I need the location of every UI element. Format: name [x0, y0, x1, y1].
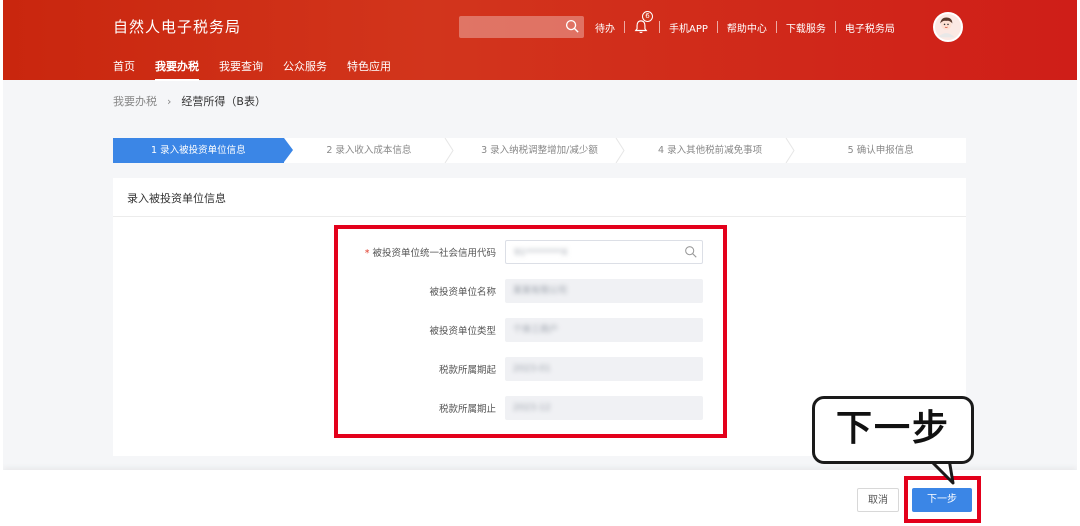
card-title: 录入被投资单位信息 — [127, 192, 226, 205]
form-row-unit-type: 被投资单位类型 个体工商户 — [113, 318, 966, 342]
step-label: 2 录入收入成本信息 — [326, 145, 412, 156]
breadcrumb-parent[interactable]: 我要办税 — [113, 93, 157, 109]
credit-code-search-input[interactable]: 91********X — [505, 240, 703, 264]
divider — [113, 216, 966, 217]
search-icon[interactable] — [565, 19, 580, 34]
step-indicator: 1 录入被投资单位信息 2 录入收入成本信息 3 录入纳税调整增加/减少额 4 … — [113, 138, 966, 163]
unit-type-field: 个体工商户 — [505, 318, 703, 342]
step-label: 4 录入其他税前减免事项 — [658, 145, 763, 156]
form-row-credit-code: * 被投资单位统一社会信用代码 91********X — [113, 240, 966, 264]
required-mark: * — [364, 248, 370, 259]
field-value: 个体工商户 — [513, 325, 559, 335]
chevron-right-icon — [615, 138, 625, 163]
todo-link[interactable]: 待办 — [595, 20, 615, 35]
step-label: 5 确认申报信息 — [847, 145, 914, 156]
action-footer: 取消 下一步 — [3, 470, 1077, 526]
cancel-button[interactable]: 取消 — [857, 488, 899, 512]
divider — [659, 21, 660, 33]
step-label: 3 录入纳税调整增加/减少额 — [481, 145, 598, 156]
breadcrumb-current: 经营所得（B表） — [181, 95, 266, 108]
step-5: 5 确认申报信息 — [795, 138, 966, 163]
notification-button[interactable]: 6 — [634, 11, 653, 36]
search-icon[interactable] — [684, 245, 698, 259]
field-value: 2023-12 — [513, 403, 551, 413]
divider — [775, 21, 777, 33]
nav-public-service[interactable]: 公众服务 — [283, 58, 327, 80]
form-row-unit-name: 被投资单位名称 某某有限公司 — [113, 279, 966, 303]
next-step-callout: 下一步 — [812, 396, 974, 464]
step-4: 4 录入其他税前减免事项 — [625, 138, 796, 163]
notification-badge: 6 — [642, 11, 653, 22]
field-label: 税款所属期起 — [438, 365, 496, 376]
step-label: 1 录入被投资单位信息 — [151, 145, 246, 156]
mobile-app-link[interactable]: 手机APP — [669, 20, 708, 35]
chevron-right-icon — [444, 138, 454, 163]
field-label-text: 被投资单位统一社会信用代码 — [372, 248, 496, 259]
divider — [834, 21, 836, 33]
app-title: 自然人电子税务局 — [113, 18, 242, 36]
top-links: 待办 6 手机APP 帮助中心 下载服务 电子税务局 — [595, 11, 895, 36]
avatar-icon — [937, 17, 955, 38]
step-2: 2 录入收入成本信息 — [284, 138, 455, 163]
divider — [624, 21, 625, 33]
chevron-right-icon — [785, 138, 795, 163]
field-value: 91********X — [514, 248, 568, 258]
nav-home[interactable]: 首页 — [113, 58, 135, 80]
download-service-link[interactable]: 下载服务 — [786, 20, 826, 35]
app-frame: 自然人电子税务局 待办 6 手机APP 帮助中心 下载服务 电子税务局 首页 我… — [3, 0, 1077, 526]
search-input[interactable] — [459, 16, 584, 38]
chevron-right-icon: › — [167, 94, 172, 108]
field-label: 税款所属期止 — [438, 404, 496, 415]
step-3: 3 录入纳税调整增加/减少额 — [454, 138, 625, 163]
field-label: * 被投资单位统一社会信用代码 — [365, 245, 496, 259]
main-nav: 首页 我要办税 我要查询 公众服务 特色应用 — [113, 58, 411, 81]
form-row-period-start: 税款所属期起 2023-01 — [113, 357, 966, 381]
step-1: 1 录入被投资单位信息 — [113, 138, 293, 163]
field-value: 2023-01 — [513, 364, 551, 374]
breadcrumb: 我要办税 › 经营所得（B表） — [113, 93, 266, 109]
field-label: 被投资单位类型 — [429, 326, 496, 337]
divider — [716, 21, 718, 33]
period-start-field: 2023-01 — [505, 357, 703, 381]
nav-query[interactable]: 我要查询 — [219, 58, 263, 80]
avatar[interactable] — [933, 12, 963, 42]
next-step-button[interactable]: 下一步 — [912, 488, 972, 512]
field-value: 某某有限公司 — [513, 286, 568, 296]
nav-tax-handling[interactable]: 我要办税 — [155, 58, 199, 81]
field-label: 被投资单位名称 — [429, 287, 496, 298]
help-center-link[interactable]: 帮助中心 — [727, 20, 767, 35]
top-header: 自然人电子税务局 待办 6 手机APP 帮助中心 下载服务 电子税务局 首页 我… — [3, 0, 1077, 81]
period-end-field: 2023-12 — [505, 396, 703, 420]
unit-name-field: 某某有限公司 — [505, 279, 703, 303]
nav-featured-apps[interactable]: 特色应用 — [347, 58, 391, 80]
e-tax-bureau-link[interactable]: 电子税务局 — [845, 20, 895, 35]
